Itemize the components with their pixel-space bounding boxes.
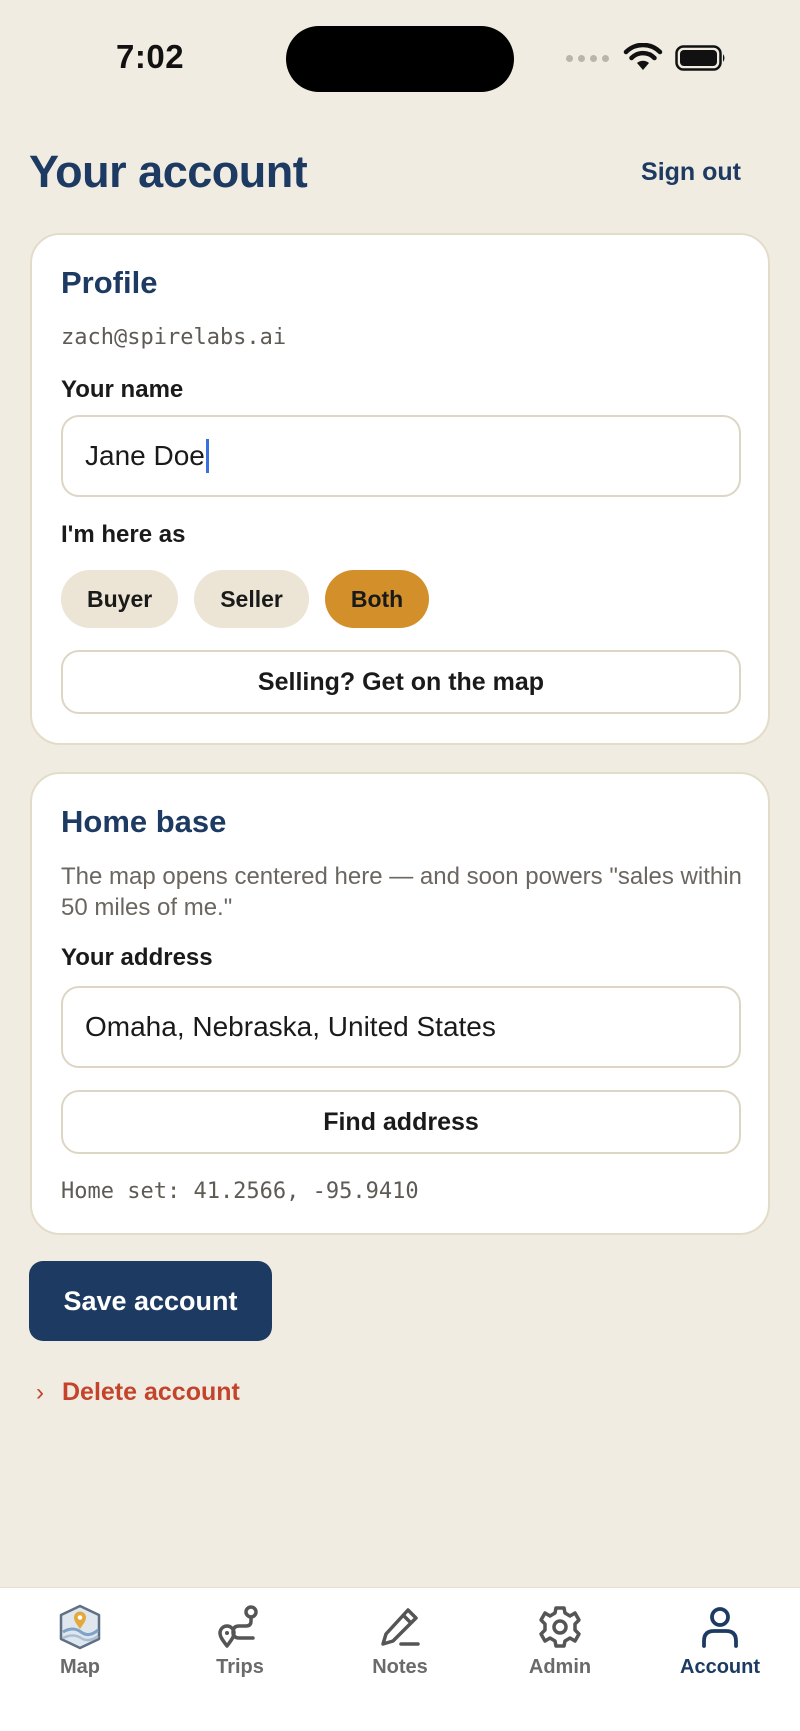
status-time: 7:02 (116, 38, 185, 75)
home-base-title: Home base (61, 804, 227, 839)
role-chip-seller[interactable]: Seller (194, 570, 309, 628)
name-input[interactable]: Jane Doe (61, 415, 741, 497)
chevron-right-icon: › (36, 1378, 44, 1406)
address-input-value: Omaha, Nebraska, United States (85, 1011, 496, 1042)
tab-admin-label: Admin (528, 1656, 592, 1678)
signal-dots-icon (566, 54, 609, 62)
home-base-description: The map opens centered here — and soon p… (61, 863, 742, 921)
tab-notes-label: Notes (372, 1656, 428, 1678)
tab-account-label: Account (680, 1656, 760, 1678)
address-label: Your address (61, 944, 213, 971)
text-caret (205, 439, 209, 473)
find-address-button[interactable]: Find address (61, 1090, 741, 1154)
wifi-icon (623, 43, 663, 70)
sign-out-button[interactable]: Sign out (641, 158, 741, 187)
save-account-button[interactable]: Save account (29, 1261, 272, 1341)
profile-title: Profile (61, 265, 158, 300)
tab-trips[interactable]: Trips (160, 1588, 320, 1731)
route-icon (218, 1605, 258, 1648)
status-bar: 7:02 (0, 0, 800, 110)
person-icon (702, 1607, 738, 1648)
home-set-coordinates: Home set: 41.2566, -95.9410 (61, 1179, 419, 1204)
seller-cta-button[interactable]: Selling? Get on the map (61, 650, 741, 714)
tab-notes[interactable]: Notes (320, 1588, 480, 1731)
map-icon (59, 1604, 101, 1650)
name-input-value: Jane Doe (85, 440, 205, 471)
delete-account-link[interactable]: › Delete account (36, 1378, 240, 1407)
status-icons (566, 40, 727, 76)
battery-icon (675, 45, 725, 71)
role-label: I'm here as (61, 521, 186, 548)
tab-bar: Map Trips Notes Admin Account (0, 1587, 800, 1731)
dynamic-island (286, 26, 514, 92)
tab-admin[interactable]: Admin (480, 1588, 640, 1731)
pencil-icon (381, 1608, 420, 1646)
role-chip-both[interactable]: Both (324, 570, 430, 628)
tab-trips-label: Trips (216, 1656, 264, 1678)
address-input[interactable]: Omaha, Nebraska, United States (61, 986, 741, 1068)
page-title: Your account (29, 146, 308, 197)
name-label: Your name (61, 376, 184, 403)
tab-account[interactable]: Account (640, 1588, 800, 1731)
tab-map-label: Map (60, 1656, 100, 1678)
profile-card: Profile zach@spirelabs.ai Your name Jane… (30, 233, 770, 745)
delete-account-label: Delete account (62, 1378, 240, 1406)
role-chip-buyer[interactable]: Buyer (61, 570, 179, 628)
tab-map[interactable]: Map (0, 1588, 160, 1731)
role-selector: Buyer Seller Both (61, 570, 430, 628)
home-base-card: Home base The map opens centered here — … (30, 772, 770, 1235)
gear-icon (539, 1606, 581, 1648)
account-email: zach@spirelabs.ai (61, 325, 287, 350)
